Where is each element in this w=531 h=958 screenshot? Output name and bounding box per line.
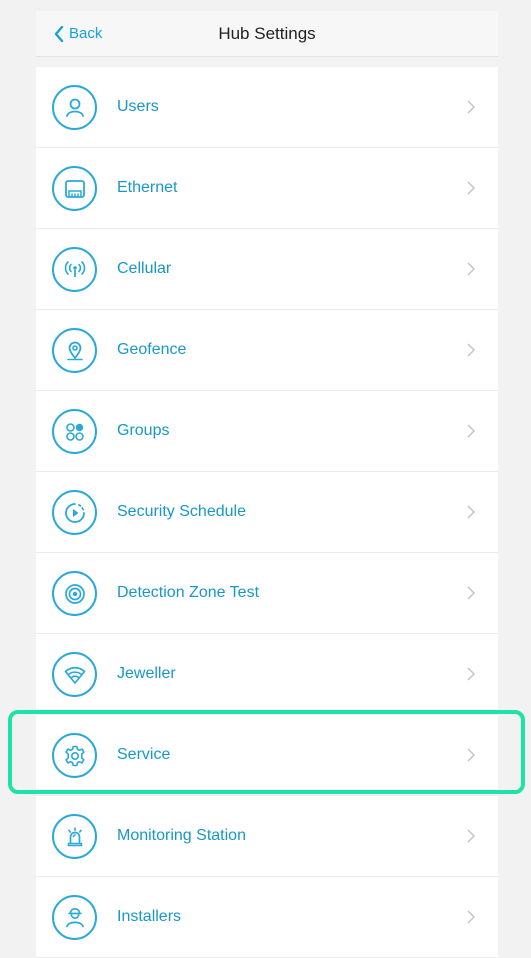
installer-icon: [52, 895, 97, 940]
chevron-right-icon: [466, 504, 476, 520]
settings-item-security-schedule[interactable]: Security Schedule: [36, 472, 498, 553]
settings-item-ethernet[interactable]: Ethernet: [36, 148, 498, 229]
settings-item-service[interactable]: Service: [36, 715, 498, 796]
chevron-right-icon: [466, 828, 476, 844]
location-pin-icon: [52, 328, 97, 373]
cellular-antenna-icon: [52, 247, 97, 292]
settings-item-users[interactable]: Users: [36, 67, 498, 148]
settings-item-label: Users: [117, 98, 159, 115]
settings-item-label: Cellular: [117, 260, 172, 277]
groups-icon: [52, 409, 97, 454]
settings-item-label: Security Schedule: [117, 503, 246, 520]
settings-item-monitoring-station[interactable]: Monitoring Station: [36, 796, 498, 877]
chevron-right-icon: [466, 747, 476, 763]
settings-item-label: Jeweller: [117, 665, 176, 682]
settings-item-label: Geofence: [117, 341, 187, 358]
user-icon: [52, 85, 97, 130]
chevron-left-icon: [54, 25, 66, 42]
chevron-right-icon: [466, 585, 476, 601]
settings-item-label: Monitoring Station: [117, 827, 246, 844]
siren-icon: [52, 814, 97, 859]
chevron-right-icon: [466, 666, 476, 682]
settings-list: Users Ethernet Cellular Geofence Groups …: [36, 67, 498, 958]
play-clock-icon: [52, 490, 97, 535]
chevron-right-icon: [466, 909, 476, 925]
page-title: Hub Settings: [218, 24, 316, 43]
settings-item-label: Service: [117, 746, 171, 763]
back-label: Back: [69, 25, 103, 42]
settings-item-label: Installers: [117, 908, 182, 925]
settings-item-groups[interactable]: Groups: [36, 391, 498, 472]
settings-item-cellular[interactable]: Cellular: [36, 229, 498, 310]
chevron-right-icon: [466, 423, 476, 439]
chevron-right-icon: [466, 342, 476, 358]
gear-icon: [52, 733, 97, 778]
settings-item-geofence[interactable]: Geofence: [36, 310, 498, 391]
chevron-right-icon: [466, 180, 476, 196]
settings-item-jeweller[interactable]: Jeweller: [36, 634, 498, 715]
chevron-right-icon: [466, 99, 476, 115]
chevron-right-icon: [466, 261, 476, 277]
navigation-header: Back Hub Settings: [36, 11, 498, 57]
target-icon: [52, 571, 97, 616]
settings-item-label: Detection Zone Test: [117, 584, 260, 601]
ethernet-icon: [52, 166, 97, 211]
back-button[interactable]: Back: [54, 11, 102, 56]
settings-item-label: Groups: [117, 422, 170, 439]
settings-item-detection-zone-test[interactable]: Detection Zone Test: [36, 553, 498, 634]
settings-item-installers[interactable]: Installers: [36, 877, 498, 958]
settings-item-label: Ethernet: [117, 179, 178, 196]
wifi-icon: [52, 652, 97, 697]
